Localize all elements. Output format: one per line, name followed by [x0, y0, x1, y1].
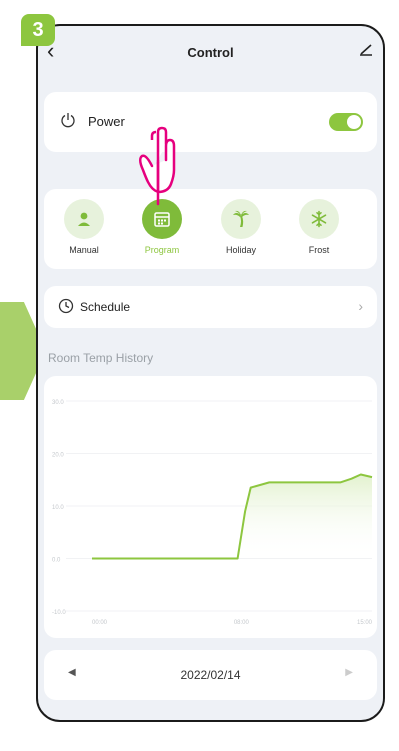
y-tick-label: 0.0 — [52, 558, 61, 564]
schedule-row[interactable]: Schedule › — [44, 286, 377, 328]
toggle-knob — [347, 115, 361, 129]
phone-frame: ‹ Control Power Manual Program Holiday F… — [36, 24, 385, 722]
power-toggle[interactable] — [329, 113, 363, 131]
mode-holiday[interactable]: Holiday — [211, 199, 271, 255]
mode-label: Holiday — [225, 245, 256, 255]
x-tick-label: 00:00 — [92, 620, 108, 626]
power-card: Power — [44, 92, 377, 152]
mode-manual[interactable]: Manual — [54, 199, 114, 255]
step-badge: 3 — [21, 14, 55, 46]
clock-icon — [58, 298, 74, 319]
snowflake-icon — [299, 199, 339, 239]
power-icon — [60, 112, 76, 133]
mode-label: Manual — [69, 245, 99, 255]
temperature-chart: 30.0 20.0 10.0 0.0 -10.0 00:00 08:00 15:00 — [44, 376, 377, 638]
next-day-icon[interactable]: ▶ — [345, 667, 353, 678]
palm-tree-icon — [221, 199, 261, 239]
page-title: Control — [187, 45, 234, 60]
mode-selector: Manual Program Holiday Frost — [44, 189, 377, 269]
person-icon — [64, 199, 104, 239]
y-tick-label: 20.0 — [52, 453, 64, 459]
date-navigator: ◀ 2022/02/14 ▶ — [44, 650, 377, 700]
chevron-right-icon: › — [358, 298, 363, 314]
y-tick-label: 10.0 — [52, 505, 64, 511]
mode-frost[interactable]: Frost — [289, 199, 349, 255]
current-date: 2022/02/14 — [180, 668, 241, 682]
chart-svg: 30.0 20.0 10.0 0.0 -10.0 00:00 08:00 15:00 — [52, 400, 373, 626]
pointing-hand-icon — [136, 126, 180, 211]
top-bar: ‹ Control — [38, 26, 383, 88]
y-tick-label: 30.0 — [52, 400, 64, 406]
history-title: Room Temp History — [48, 351, 154, 365]
x-tick-label: 08:00 — [234, 620, 250, 626]
x-tick-label: 15:00 — [357, 620, 373, 626]
mode-label: Program — [144, 245, 180, 255]
series-area — [237, 474, 372, 559]
power-label: Power — [88, 114, 125, 129]
mode-label: Frost — [308, 245, 330, 255]
edit-icon[interactable] — [359, 42, 373, 61]
y-tick-label: -10.0 — [52, 610, 66, 616]
schedule-label: Schedule — [80, 300, 131, 314]
